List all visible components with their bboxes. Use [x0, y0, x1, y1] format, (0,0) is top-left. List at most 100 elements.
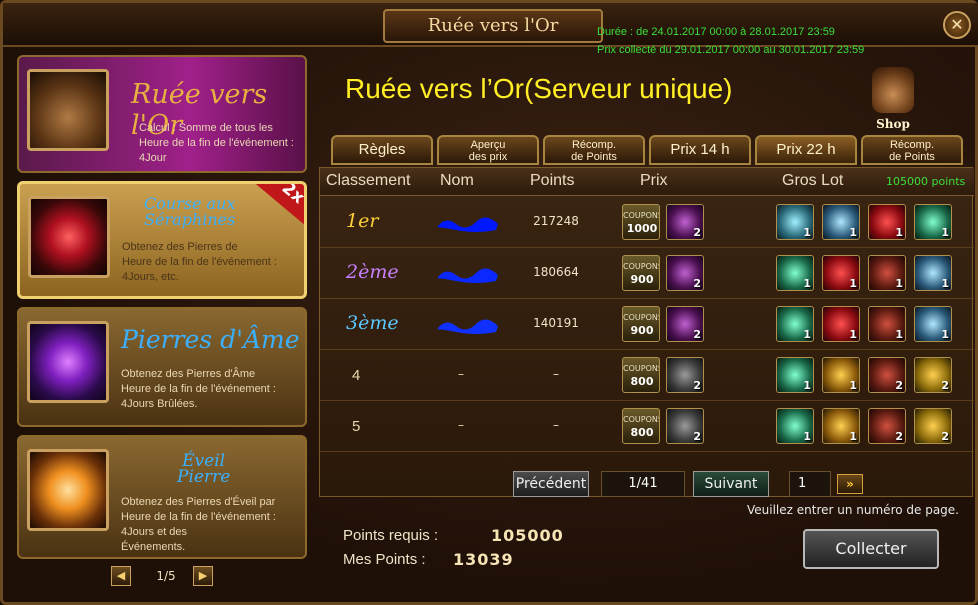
- required-points-value: 105000: [491, 526, 564, 545]
- green-gem-icon[interactable]: 1: [914, 204, 952, 240]
- chest-icon[interactable]: 1: [868, 306, 906, 342]
- go-to-page-button[interactable]: »: [837, 474, 863, 494]
- silver-chest-icon[interactable]: 2: [666, 408, 704, 444]
- player-points: –: [553, 418, 559, 432]
- event-card-seraph-race[interactable]: Course aux Séraphines 2x Obtenez des Pie…: [17, 181, 307, 299]
- item-count: 2: [895, 430, 903, 443]
- item-count: 2: [941, 379, 949, 392]
- player-points: 180664: [533, 265, 579, 279]
- coupon-reward-icon[interactable]: COUPONS 800: [622, 408, 660, 444]
- tab-label: de Points: [889, 151, 935, 163]
- item-count: 1: [849, 379, 857, 392]
- tab-prize-preview[interactable]: Aperçu des prix: [437, 135, 539, 165]
- event-title: Éveil Pierre: [177, 453, 231, 487]
- table-row: 4 – – COUPONS 800 2 1 1 2 2: [320, 351, 974, 401]
- event-list-pager: ◀ 1/5 ▶: [111, 565, 221, 587]
- event-description: Calcul : Somme de tous les Heure de la f…: [139, 121, 294, 166]
- red-gem-icon[interactable]: 1: [868, 204, 906, 240]
- item-count: 1: [803, 430, 811, 443]
- redacted-name-mark: [436, 263, 500, 291]
- desc-line: Obtenez des Pierres d'Âme: [121, 368, 256, 380]
- desc-line: 4Jour: [139, 152, 167, 164]
- player-points: 140191: [533, 316, 579, 330]
- item-count: 2: [693, 379, 701, 392]
- next-page-icon[interactable]: ▶: [193, 566, 213, 586]
- desc-line: Événements.: [121, 541, 186, 553]
- rank-cell: 5: [352, 418, 361, 435]
- page-number-input[interactable]: 1: [789, 471, 831, 497]
- silver-chest-icon[interactable]: 2: [666, 357, 704, 393]
- event-card-awakening-stones[interactable]: Éveil Pierre Obtenez des Pierres d'Éveil…: [17, 435, 307, 559]
- coupon-amount: 900: [630, 273, 654, 286]
- duration-text: Durée : de 24.01.2017 00:00 à 28.01.2017…: [597, 26, 835, 38]
- gold-gem-icon[interactable]: 1: [822, 408, 860, 444]
- coupon-reward-icon[interactable]: COUPONS 900: [622, 306, 660, 342]
- desc-line: 4Jours et des: [121, 526, 188, 538]
- chest-icon[interactable]: 1: [868, 255, 906, 291]
- snowflake-icon[interactable]: 1: [914, 306, 952, 342]
- purple-bag-icon[interactable]: 2: [666, 204, 704, 240]
- green-gem-icon[interactable]: 1: [776, 306, 814, 342]
- coupon-label: COUPONS: [623, 211, 660, 220]
- green-gem-icon[interactable]: 1: [776, 357, 814, 393]
- my-points-value: 13039: [453, 550, 514, 569]
- coupon-amount: 1000: [626, 222, 658, 235]
- chest-icon[interactable]: 2: [868, 357, 906, 393]
- coupon-amount: 800: [630, 375, 654, 388]
- tab-label: Aperçu: [470, 139, 506, 151]
- desc-line: Obtenez des Pierres de: [122, 241, 238, 253]
- collect-button[interactable]: Collecter: [803, 529, 939, 569]
- event-card-gold-rush[interactable]: Ruée vers l'Or Calcul : Somme de tous le…: [17, 55, 307, 173]
- double-badge: 2x: [255, 181, 307, 229]
- prev-page-icon[interactable]: ◀: [111, 566, 131, 586]
- tab-prize-22h[interactable]: Prix 22 h: [755, 135, 857, 165]
- snowflake-icon[interactable]: 1: [822, 204, 860, 240]
- title-line: Pierre: [177, 467, 231, 487]
- close-button[interactable]: ✕: [943, 11, 971, 39]
- shop-button[interactable]: Shop: [867, 67, 919, 137]
- item-count: 1: [803, 226, 811, 239]
- desc-line: Heure de la fin de l'événement :: [139, 137, 294, 149]
- red-gem-icon[interactable]: 1: [822, 306, 860, 342]
- my-points-label: Mes Points :: [343, 551, 426, 568]
- tab-prize-14h[interactable]: Prix 14 h: [649, 135, 751, 165]
- red-crystal-icon: [28, 196, 110, 278]
- sword-icon[interactable]: 1: [776, 204, 814, 240]
- merchant-icon: [872, 67, 914, 113]
- next-button[interactable]: Suivant: [693, 471, 769, 497]
- event-page-indicator: 1/5: [156, 569, 176, 583]
- purple-bag-icon[interactable]: 2: [666, 255, 704, 291]
- required-points-label: Points requis :: [343, 527, 439, 544]
- table-row: 5 – – COUPONS 800 2 1 1 2 2: [320, 402, 974, 452]
- item-count: 1: [941, 277, 949, 290]
- desc-line: 4Jours Brûlées.: [121, 398, 198, 410]
- event-description: Obtenez des Pierres de Heure de la fin d…: [122, 240, 277, 285]
- desc-line: 4Jours, etc.: [122, 271, 179, 283]
- item-count: 1: [849, 430, 857, 443]
- chest-icon[interactable]: 2: [868, 408, 906, 444]
- dragon-icon[interactable]: 2: [914, 357, 952, 393]
- tab-rules[interactable]: Règles: [331, 135, 433, 165]
- coupon-reward-icon[interactable]: COUPONS 1000: [622, 204, 660, 240]
- coupon-label: COUPONS: [623, 262, 660, 271]
- tab-points-rewards[interactable]: Récomp. de Points: [543, 135, 645, 165]
- desc-line: Heure de la fin de l'événement :: [122, 256, 277, 268]
- coupon-label: COUPONS: [623, 313, 660, 322]
- badge-text: 2x: [277, 181, 307, 208]
- green-gem-icon[interactable]: 1: [776, 408, 814, 444]
- coupon-reward-icon[interactable]: COUPONS 900: [622, 255, 660, 291]
- event-title: Pierres d'Âme: [121, 325, 300, 354]
- dragon-icon[interactable]: 2: [914, 408, 952, 444]
- header-rank: Classement: [326, 172, 411, 189]
- tab-points-rewards-2[interactable]: Récomp. de Points: [861, 135, 963, 165]
- coupon-reward-icon[interactable]: COUPONS 800: [622, 357, 660, 393]
- red-gem-icon[interactable]: 1: [822, 255, 860, 291]
- previous-button[interactable]: Précédent: [513, 471, 589, 497]
- event-card-soul-stones[interactable]: Pierres d'Âme Obtenez des Pierres d'Âme …: [17, 307, 307, 427]
- green-gem-icon[interactable]: 1: [776, 255, 814, 291]
- gold-gem-icon[interactable]: 1: [822, 357, 860, 393]
- event-description: Obtenez des Pierres d'Âme Heure de la fi…: [121, 367, 276, 412]
- purple-bag-icon[interactable]: 2: [666, 306, 704, 342]
- snowflake-icon[interactable]: 1: [914, 255, 952, 291]
- tab-label: Règles: [358, 141, 406, 158]
